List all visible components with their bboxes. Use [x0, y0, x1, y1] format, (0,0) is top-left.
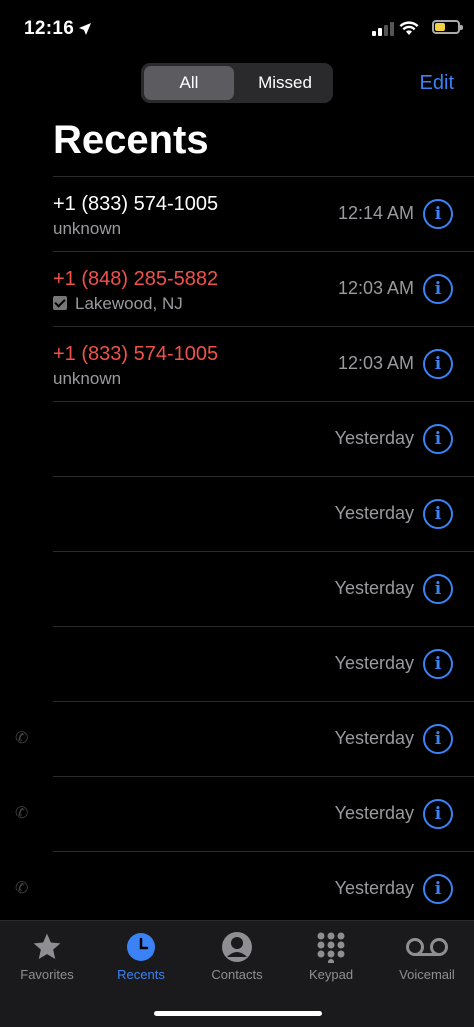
info-icon[interactable]: i — [423, 499, 453, 529]
page-title: Recents — [53, 118, 209, 162]
segment-all[interactable]: All — [144, 66, 234, 100]
call-time: Yesterday — [334, 428, 414, 448]
wifi-icon — [399, 21, 419, 35]
star-icon — [33, 933, 61, 959]
info-icon[interactable]: i — [423, 649, 453, 679]
clock-icon — [127, 933, 155, 961]
call-time: Yesterday — [334, 878, 414, 898]
edit-button[interactable]: Edit — [420, 72, 454, 95]
info-icon[interactable]: i — [423, 424, 453, 454]
voicemail-icon — [406, 938, 448, 956]
tab-label: Recents — [117, 967, 165, 982]
info-icon[interactable]: i — [423, 199, 453, 229]
call-time: Yesterday — [334, 578, 414, 598]
call-row[interactable]: +1 (848) 285-5882 Lakewood, NJ 12:03 AM … — [53, 251, 474, 326]
tab-keypad[interactable]: Keypad — [284, 929, 378, 982]
location-arrow-icon — [79, 23, 91, 35]
info-icon[interactable]: i — [423, 874, 453, 904]
call-time: Yesterday — [334, 503, 414, 523]
keypad-icon — [317, 932, 345, 963]
status-bar: 12:16 — [0, 0, 474, 60]
call-row[interactable]: Yesterday i — [53, 401, 474, 476]
call-row[interactable]: +1 (833) 574-1005 unknown 12:03 AM i — [53, 326, 474, 401]
call-row[interactable]: ✆ Yesterday i — [15, 776, 474, 851]
info-icon[interactable]: i — [423, 724, 453, 754]
call-row[interactable]: ✆ Yesterday i — [15, 701, 474, 776]
tab-label: Contacts — [211, 967, 263, 982]
caller-detail: unknown — [53, 369, 122, 388]
cellular-signal-icon — [372, 22, 394, 36]
recents-list: +1 (833) 574-1005 unknown 12:14 AM i +1 … — [0, 176, 474, 926]
call-time: Yesterday — [334, 803, 414, 823]
tab-label: Keypad — [308, 967, 354, 982]
caller-name: +1 (833) 574-1005 — [53, 193, 219, 215]
tab-label: Voicemail — [399, 967, 455, 982]
caller-detail: unknown — [53, 219, 122, 238]
tab-favorites[interactable]: Favorites — [0, 929, 94, 982]
outgoing-call-icon: ✆ — [15, 730, 29, 747]
tab-label: Favorites — [20, 967, 74, 982]
battery-icon — [432, 20, 463, 34]
call-row[interactable]: Yesterday i — [53, 476, 474, 551]
outgoing-call-icon: ✆ — [15, 805, 29, 822]
call-time: Yesterday — [334, 653, 414, 673]
home-indicator[interactable] — [154, 1011, 322, 1016]
tab-recents[interactable]: Recents — [94, 929, 188, 982]
checkbox-icon — [53, 296, 67, 310]
info-icon[interactable]: i — [423, 274, 453, 304]
caller-name: +1 (833) 574-1005 — [53, 343, 219, 365]
call-time: 12:14 AM — [337, 203, 414, 223]
call-time: 12:03 AM — [337, 278, 414, 298]
call-row[interactable]: +1 (833) 574-1005 unknown 12:14 AM i — [53, 176, 474, 251]
recents-filter-segment: All Missed — [141, 63, 333, 103]
tab-voicemail[interactable]: Voicemail — [380, 929, 474, 982]
call-time: 12:03 AM — [337, 353, 414, 373]
tab-contacts[interactable]: Contacts — [190, 929, 284, 982]
caller-detail: Lakewood, NJ — [75, 294, 183, 313]
call-row[interactable]: ✆ Yesterday i — [15, 851, 474, 926]
info-icon[interactable]: i — [423, 799, 453, 829]
outgoing-call-icon: ✆ — [15, 880, 29, 897]
call-row[interactable]: Yesterday i — [53, 626, 474, 701]
caller-detail-row: Lakewood, NJ — [53, 294, 183, 314]
status-time: 12:16 — [24, 18, 75, 39]
call-time: Yesterday — [334, 728, 414, 748]
caller-name: +1 (848) 285-5882 — [53, 268, 219, 290]
segment-missed[interactable]: Missed — [240, 66, 330, 100]
call-row[interactable]: Yesterday i — [53, 551, 474, 626]
info-icon[interactable]: i — [423, 574, 453, 604]
person-icon — [222, 932, 252, 962]
info-icon[interactable]: i — [423, 349, 453, 379]
